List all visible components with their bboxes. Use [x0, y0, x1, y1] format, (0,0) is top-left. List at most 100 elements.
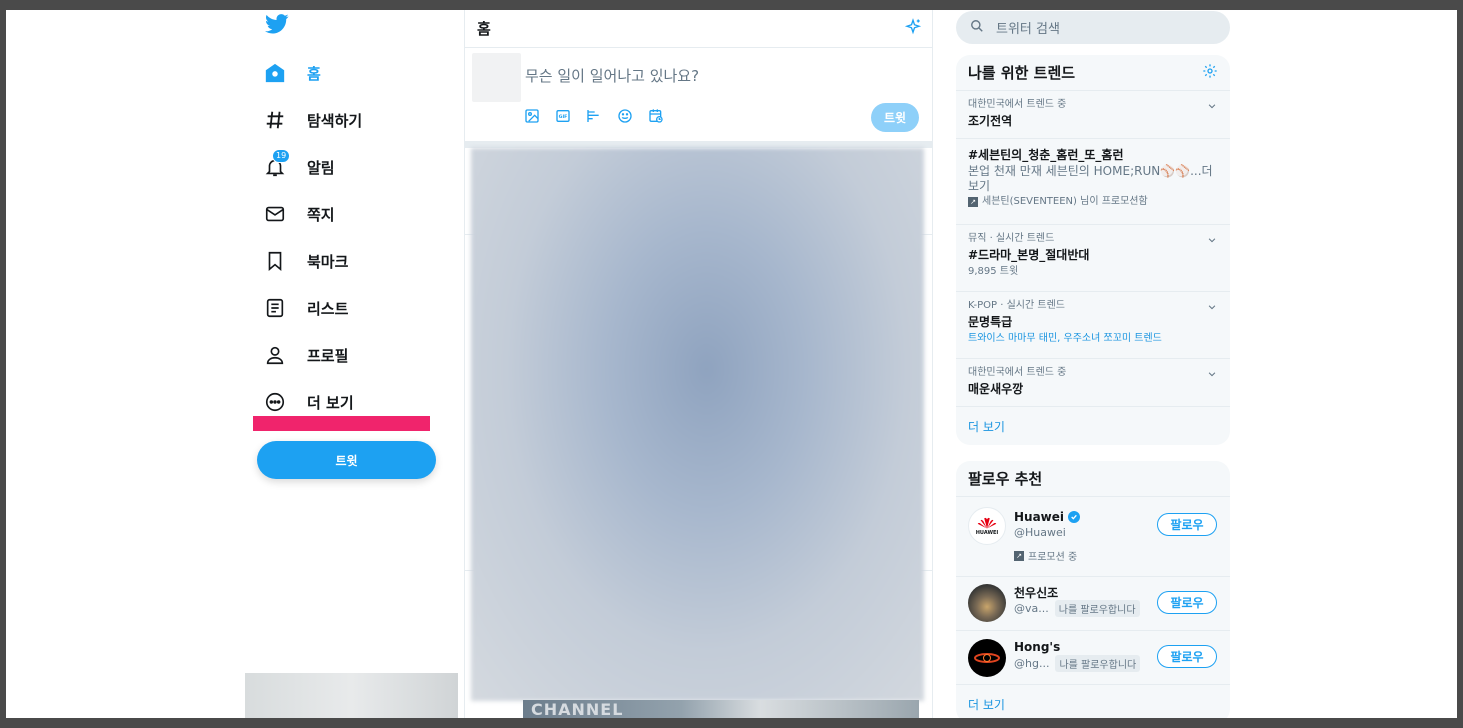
- black-hole-icon: [974, 653, 1000, 663]
- svg-text:GIF: GIF: [559, 114, 568, 120]
- trend-meta: 뮤직 · 실시간 트렌드: [968, 233, 1055, 244]
- follow-name: Huawei: [1014, 510, 1081, 524]
- trend-meta: 대한민국에서 트렌드 중: [968, 99, 1067, 110]
- follow-button[interactable]: 팔로우: [1157, 591, 1217, 614]
- sidebar-item-label: 홈: [307, 64, 321, 83]
- follow-handle: @hg... 나를 팔로우합니다: [1014, 655, 1141, 672]
- promoted-icon: ↗: [968, 197, 978, 207]
- sidebar-item-bookmarks[interactable]: 북마크: [263, 241, 348, 281]
- trends-header: 나를 위한 트렌드: [956, 55, 1230, 91]
- huawei-logo-icon: [977, 517, 997, 529]
- poll-icon[interactable]: [585, 107, 603, 125]
- follows-you-badge: 나를 팔로우합니다: [1055, 655, 1141, 672]
- trend-item[interactable]: 대한민국에서 트렌드 중 조기전역: [956, 91, 1230, 139]
- follows-you-badge: 나를 팔로우합니다: [1054, 600, 1140, 617]
- sidebar-item-home[interactable]: 홈: [263, 53, 321, 93]
- chevron-down-icon[interactable]: [1207, 235, 1217, 245]
- emoji-icon[interactable]: [616, 107, 634, 125]
- divider: [465, 141, 932, 148]
- sidebar-item-lists[interactable]: 리스트: [263, 288, 348, 328]
- avatar[interactable]: HUAWEI: [968, 507, 1006, 545]
- trend-name: 문명특급: [968, 315, 1013, 329]
- verified-icon: [1068, 511, 1081, 523]
- follow-button[interactable]: 팔로우: [1157, 645, 1217, 668]
- highlight-bar: [253, 416, 430, 431]
- main-timeline: 홈 무슨 일이 일어나고 있나요? GIF 트윗 CHANNEL: [464, 10, 933, 718]
- trend-promoted: ↗ 세븐틴(SEVENTEEN) 님이 프로모션함: [968, 194, 1218, 210]
- search-bar[interactable]: 트위터 검색: [956, 11, 1230, 44]
- search-icon: [970, 18, 984, 37]
- gear-icon[interactable]: [1202, 63, 1218, 83]
- follow-suggestion[interactable]: Hong's @hg... 나를 팔로우합니다 팔로우: [956, 631, 1230, 685]
- sidebar-item-label: 탐색하기: [307, 111, 363, 130]
- follow-handle-text: @va...: [1014, 602, 1049, 615]
- sidebar-item-label: 북마크: [307, 252, 349, 271]
- sidebar: 홈 탐색하기 19 알림 쪽지 북마크 리스트 프로필 더 보기 트윗: [245, 10, 461, 718]
- trend-name: #세븐틴의_청춘_홈런_또_홈런: [968, 148, 1124, 162]
- profile-icon: [263, 343, 287, 367]
- compose-tweet-button[interactable]: 트윗: [871, 103, 919, 132]
- gif-icon[interactable]: GIF: [554, 107, 572, 125]
- sidebar-item-notifications[interactable]: 19 알림: [263, 147, 335, 187]
- compose-input[interactable]: 무슨 일이 일어나고 있나요?: [525, 65, 699, 86]
- chevron-down-icon[interactable]: [1207, 369, 1217, 379]
- follow-promoted: ↗ 프로모션 중: [1014, 548, 1077, 563]
- right-sidebar: 트위터 검색 나를 위한 트렌드 대한민국에서 트렌드 중 조기전역 #세븐틴의…: [956, 10, 1230, 718]
- follow-show-more-link[interactable]: 더 보기: [956, 685, 1230, 718]
- search-input[interactable]: 트위터 검색: [996, 18, 1060, 37]
- follow-handle: @Huawei: [1014, 526, 1066, 539]
- avatar[interactable]: [968, 584, 1006, 622]
- trend-item[interactable]: 대한민국에서 트렌드 중 매운새우깡: [956, 359, 1230, 407]
- sidebar-item-label: 리스트: [307, 299, 349, 318]
- follow-suggestion[interactable]: HUAWEI Huawei @Huawei ↗ 프로모션 중 팔로우: [956, 497, 1230, 577]
- trend-name: 조기전역: [968, 114, 1013, 128]
- follow-button[interactable]: 팔로우: [1157, 513, 1217, 536]
- list-icon: [263, 296, 287, 320]
- compose-toolbar: GIF: [523, 107, 665, 125]
- who-to-follow-panel: 팔로우 추천 HUAWEI Huawei @Huawei ↗ 프로모션 중 팔로…: [956, 461, 1230, 718]
- image-icon[interactable]: [523, 107, 541, 125]
- promoted-icon: ↗: [1014, 550, 1024, 561]
- timeline-header: 홈: [465, 10, 932, 48]
- sidebar-item-label: 알림: [307, 158, 335, 177]
- schedule-icon[interactable]: [647, 107, 665, 125]
- follow-handle-text: @hg...: [1014, 657, 1050, 670]
- trend-item[interactable]: K-POP · 실시간 트렌드 문명특급 트와이스 마마무 태민, 우주소녀 쪼…: [956, 292, 1230, 359]
- trend-count: 9,895 트윗: [968, 266, 1019, 277]
- sidebar-item-messages[interactable]: 쪽지: [263, 194, 335, 234]
- huawei-logo-text: HUAWEI: [975, 530, 999, 536]
- trend-related[interactable]: 트와이스 마마무 태민, 우주소녀 쪼꼬미 트렌드: [968, 331, 1218, 347]
- tweet-button[interactable]: 트윗: [257, 441, 436, 479]
- follow-header: 팔로우 추천: [956, 461, 1230, 497]
- twitter-bird-icon[interactable]: [265, 14, 293, 40]
- chevron-down-icon[interactable]: [1207, 302, 1217, 312]
- follow-name: Hong's: [1014, 640, 1060, 654]
- sidebar-item-label: 프로필: [307, 346, 349, 365]
- more-circle-icon: [263, 390, 287, 414]
- follow-name-text: Huawei: [1014, 510, 1065, 524]
- blurred-media[interactable]: [471, 148, 924, 701]
- media-text: CHANNEL: [531, 700, 624, 718]
- trend-meta: 대한민국에서 트렌드 중: [968, 367, 1067, 378]
- chevron-down-icon[interactable]: [1207, 101, 1217, 111]
- trend-item[interactable]: #세븐틴의_청춘_홈런_또_홈런 본업 천재 만재 세븐틴의 HOME;RUN⚾…: [956, 139, 1230, 225]
- follow-name: 천우신조: [1014, 584, 1058, 601]
- sparkle-icon[interactable]: [904, 17, 922, 40]
- account-switcher[interactable]: [245, 673, 458, 718]
- bell-icon: 19: [263, 149, 291, 179]
- sidebar-item-label: 더 보기: [307, 393, 354, 412]
- compose-box: 무슨 일이 일어나고 있나요? GIF 트윗: [465, 48, 932, 141]
- trends-show-more-link[interactable]: 더 보기: [956, 407, 1230, 445]
- trends-title: 나를 위한 트렌드: [968, 64, 1076, 82]
- avatar[interactable]: [968, 639, 1006, 677]
- envelope-icon: [263, 202, 287, 226]
- follow-name-text: Hong's: [1014, 640, 1061, 654]
- sidebar-item-profile[interactable]: 프로필: [263, 335, 348, 375]
- sidebar-item-explore[interactable]: 탐색하기: [263, 100, 362, 140]
- follow-name-text: 천우신조: [1014, 586, 1059, 600]
- follow-suggestion[interactable]: 천우신조 @va... 나를 팔로우합니다 팔로우: [956, 577, 1230, 631]
- trend-meta: K-POP · 실시간 트렌드: [968, 300, 1065, 311]
- page-title: 홈: [477, 20, 491, 38]
- tweet-media[interactable]: CHANNEL: [523, 700, 919, 718]
- trend-item[interactable]: 뮤직 · 실시간 트렌드 #드라마_본명_절대반대 9,895 트윗: [956, 225, 1230, 292]
